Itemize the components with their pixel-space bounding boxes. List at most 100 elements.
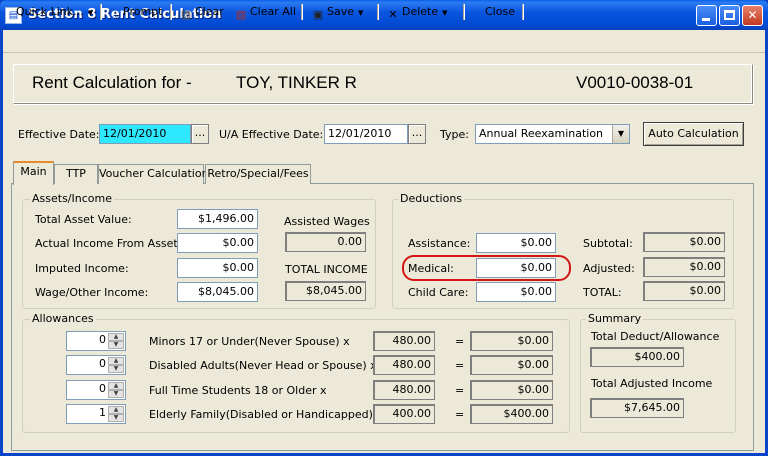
tenant-id: V0010-0038-01: [576, 73, 694, 92]
toolbar-separator: [170, 4, 172, 20]
close-window-button[interactable]: ✕: [742, 5, 763, 26]
disabled-adults-rate: 480.00: [373, 355, 435, 375]
imputed-income-field[interactable]: $0.00: [177, 258, 258, 278]
assets-income-title: Assets/Income: [30, 192, 114, 205]
quick-link-label: Quick Link...: [16, 5, 84, 18]
students-count-value: 0: [99, 382, 106, 395]
arrow-up-icon[interactable]: ▲: [108, 382, 124, 390]
arrow-up-icon[interactable]: ▲: [108, 406, 124, 414]
total-asset-value-label: Total Asset Value:: [35, 213, 132, 226]
actual-income-assets-field[interactable]: $0.00: [177, 233, 258, 253]
disabled-adults-label: Disabled Adults(Never Head or Spouse) x: [149, 359, 377, 372]
close-icon: ✕: [747, 8, 758, 22]
clear-icon: ▨: [180, 8, 192, 21]
arrow-up-icon[interactable]: ▲: [108, 333, 124, 341]
ua-effective-date-field[interactable]: 12/01/2010: [324, 124, 408, 144]
x-icon: ✕: [388, 8, 398, 21]
auto-calculation-button[interactable]: Auto Calculation: [643, 122, 744, 146]
elderly-count-stepper[interactable]: 1 ▲ ▼: [66, 404, 126, 424]
floppy-disk-icon: ▣: [312, 8, 324, 21]
delete-label: Delete: [402, 5, 439, 18]
equals-sign: =: [455, 408, 465, 421]
quick-link-menu[interactable]: Quick Link... ▼: [16, 3, 93, 21]
minors-count-stepper[interactable]: 0 ▲ ▼: [66, 331, 126, 351]
child-care-label: Child Care:: [408, 286, 469, 299]
effective-date-picker-button[interactable]: ...: [191, 124, 209, 144]
maximize-button[interactable]: [719, 5, 740, 26]
save-label: Save: [327, 5, 355, 18]
close-button[interactable]: Close: [485, 3, 515, 21]
wage-other-income-label: Wage/Other Income:: [35, 286, 149, 299]
tenant-name: TOY, TINKER R: [236, 73, 357, 92]
adjusted-value: $0.00: [643, 257, 725, 277]
elderly-label: Elderly Family(Disabled or Handicapped) …: [149, 408, 383, 421]
assistance-field[interactable]: $0.00: [476, 233, 556, 253]
disabled-adults-count-value: 0: [99, 357, 106, 370]
assisted-wages-label: Assisted Wages: [284, 215, 370, 228]
disabled-adults-count-stepper[interactable]: 0 ▲ ▼: [66, 355, 126, 375]
subtotal-value: $0.00: [643, 232, 725, 252]
elderly-rate: 400.00: [373, 404, 435, 424]
total-deduct-allowance-label: Total Deduct/Allowance: [591, 330, 720, 343]
tab-ttp[interactable]: TTP: [54, 164, 98, 184]
summary-title: Summary: [586, 312, 644, 325]
minors-label: Minors 17 or Under(Never Spouse) x: [149, 335, 350, 348]
imputed-income-label: Imputed Income:: [35, 262, 129, 275]
medical-highlight-annotation: [402, 255, 571, 281]
adjusted-label: Adjusted:: [583, 262, 635, 275]
effective-date-label: Effective Date:: [18, 128, 100, 141]
clear-all-button[interactable]: ▨ Clear All: [234, 3, 296, 21]
toolbar-separator: [377, 4, 379, 20]
type-select[interactable]: Annual Reexamination ▼: [475, 124, 630, 144]
arrow-down-icon[interactable]: ▼: [108, 390, 124, 398]
arrow-down-icon[interactable]: ▼: [108, 414, 124, 422]
wage-other-income-field[interactable]: $8,045.00: [177, 282, 258, 302]
total-deductions-label: TOTAL:: [583, 286, 622, 299]
clear-all-label: Clear All: [250, 5, 296, 18]
actual-income-assets-label: Actual Income From Assets:: [35, 237, 188, 250]
arrow-down-icon[interactable]: ▼: [108, 365, 124, 373]
assisted-wages-value: 0.00: [285, 232, 366, 252]
total-deductions-value: $0.00: [643, 281, 725, 301]
ua-date-picker-button[interactable]: ...: [408, 124, 426, 144]
clear-label: Clear: [195, 5, 224, 18]
ua-effective-date-label: U/A Effective Date:: [219, 128, 324, 141]
tab-main[interactable]: Main: [13, 161, 54, 185]
tab-retro-special-fees[interactable]: Retro/Special/Fees: [205, 164, 311, 184]
magnifier-icon: 🔍︎: [107, 8, 121, 21]
chevron-down-icon[interactable]: ▼: [612, 125, 629, 143]
dropdown-arrow-icon: ▼: [358, 9, 364, 17]
child-care-field[interactable]: $0.00: [476, 282, 556, 302]
minimize-button[interactable]: [696, 5, 717, 26]
prompt-button[interactable]: 🔍︎ Prompt: [107, 3, 162, 21]
delete-button[interactable]: ✕ Delete ▼: [386, 3, 448, 21]
minimize-icon: [702, 18, 710, 21]
total-asset-value-field[interactable]: $1,496.00: [177, 209, 258, 229]
tab-voucher-calculation[interactable]: Voucher Calculation: [98, 164, 209, 184]
deductions-title: Deductions: [398, 192, 465, 205]
effective-date-field[interactable]: 12/01/2010: [99, 124, 191, 144]
students-result: $0.00: [470, 380, 553, 400]
minors-result: $0.00: [470, 331, 553, 351]
elderly-count-value: 1: [99, 406, 106, 419]
equals-sign: =: [455, 359, 465, 372]
dropdown-arrow-icon: ▼: [442, 9, 448, 17]
maximize-icon: [724, 10, 735, 20]
type-select-value: Annual Reexamination: [479, 127, 604, 140]
toolbar: [3, 30, 765, 53]
arrow-down-icon[interactable]: ▼: [108, 341, 124, 349]
header-label: Rent Calculation for -: [32, 73, 192, 92]
total-income-value: $8,045.00: [285, 281, 366, 301]
dropdown-arrow-icon: ▼: [87, 9, 94, 17]
clear-button[interactable]: ▨ Clear: [179, 3, 224, 21]
prompt-label: Prompt: [123, 5, 163, 18]
arrow-up-icon[interactable]: ▲: [108, 357, 124, 365]
students-count-stepper[interactable]: 0 ▲ ▼: [66, 380, 126, 400]
total-adjusted-income-value: $7,645.00: [590, 398, 684, 418]
toolbar-separator: [301, 4, 303, 20]
type-label: Type:: [440, 128, 469, 141]
save-button[interactable]: ▣ Save ▼: [311, 3, 364, 21]
total-deduct-allowance-value: $400.00: [590, 347, 684, 367]
equals-sign: =: [455, 335, 465, 348]
toolbar-separator: [100, 4, 102, 20]
